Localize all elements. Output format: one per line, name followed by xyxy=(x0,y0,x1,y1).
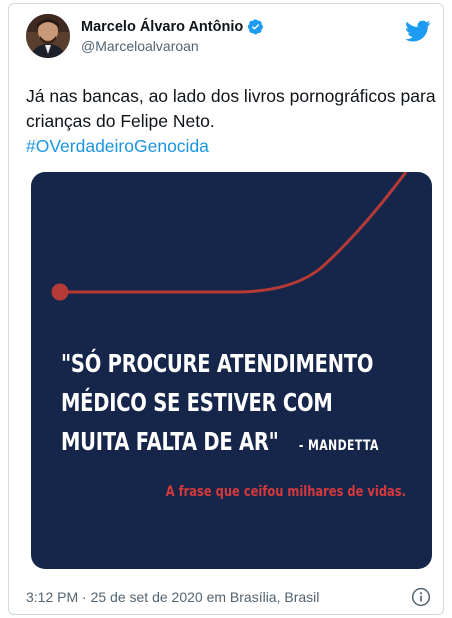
user-handle[interactable]: @Marceloalvaroan xyxy=(81,38,199,54)
quote-line: MÉDICO SE ESTIVER COM xyxy=(61,388,333,417)
name-row: Marcelo Álvaro Antônio xyxy=(81,18,264,35)
avatar[interactable] xyxy=(26,14,70,58)
curve-start-dot xyxy=(51,283,69,301)
media-caption: A frase que ceifou milhares de vidas. xyxy=(165,484,406,500)
info-icon[interactable] xyxy=(411,587,431,607)
quote-line: MUITA FALTA DE AR" - MANDETTA xyxy=(61,422,379,466)
hashtag-link[interactable]: #OVerdadeiroGenocida xyxy=(26,134,436,159)
display-name[interactable]: Marcelo Álvaro Antônio xyxy=(81,19,243,35)
tweet-media-image[interactable]: "SÓ PROCURE ATENDIMENTO MÉDICO SE ESTIVE… xyxy=(31,172,432,569)
tweet-text: Já nas bancas, ao lado dos livros pornog… xyxy=(26,84,436,159)
tweet-timestamp[interactable]: 3:12 PM · 25 de set de 2020 em Brasília,… xyxy=(26,589,319,605)
quote-line-text: MUITA FALTA DE AR" xyxy=(61,427,279,456)
quote-text: "SÓ PROCURE ATENDIMENTO MÉDICO SE ESTIVE… xyxy=(61,344,379,466)
quote-line: "SÓ PROCURE ATENDIMENTO xyxy=(61,349,374,378)
tweet-card: Marcelo Álvaro Antônio @Marceloalvaroan … xyxy=(8,3,444,615)
tweet-body: Já nas bancas, ao lado dos livros pornog… xyxy=(26,86,436,131)
avatar-image xyxy=(26,14,70,58)
quote-author: - MANDETTA xyxy=(298,438,379,454)
twitter-bird-icon[interactable] xyxy=(405,18,431,44)
verified-badge-icon xyxy=(248,19,264,35)
